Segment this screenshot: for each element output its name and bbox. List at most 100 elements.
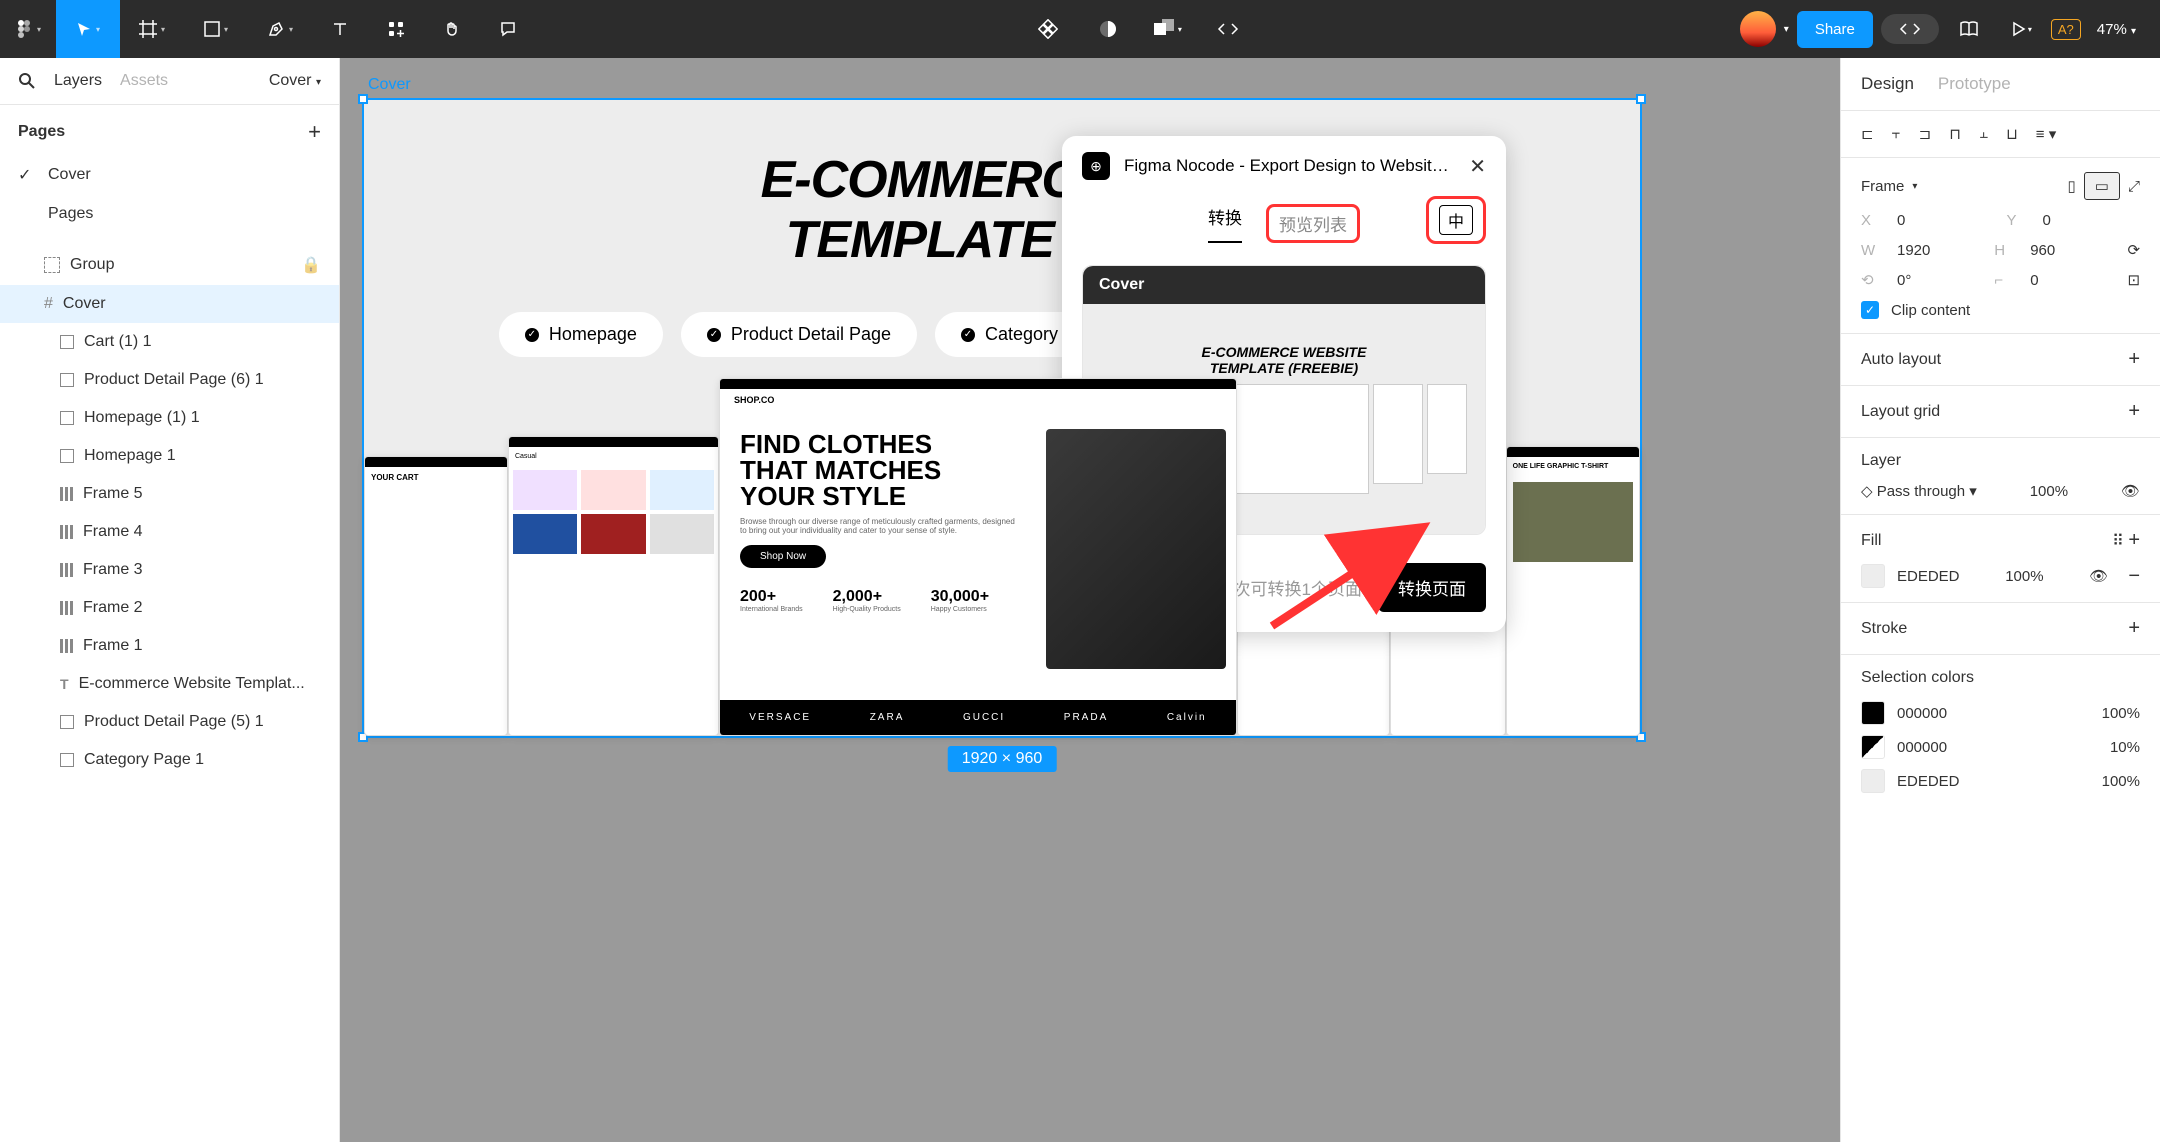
remove-fill-button[interactable]: − <box>2128 565 2140 588</box>
fill-styles-icon[interactable]: ⠿ <box>2112 533 2124 550</box>
color-row[interactable]: 000000100% <box>1861 701 2140 725</box>
fill-hex[interactable]: EDEDED <box>1897 568 1960 585</box>
add-grid-button[interactable]: + <box>2128 400 2140 423</box>
plugin-hint: 一次可转换1个页面 <box>1217 575 1362 600</box>
align-center-h-icon[interactable]: ⫟ <box>1892 125 1901 143</box>
stroke-header: Stroke <box>1861 620 1907 638</box>
component-icon[interactable] <box>1026 7 1070 51</box>
shape-tool-button[interactable]: ▾ <box>184 0 248 58</box>
fill-opacity[interactable]: 100% <box>2005 568 2043 585</box>
layer-item[interactable]: Product Detail Page (5) 1 <box>0 703 339 741</box>
page-dropdown[interactable]: Cover ▾ <box>269 72 321 90</box>
layer-item[interactable]: Frame 3 <box>0 551 339 589</box>
fill-header: Fill <box>1861 532 1881 550</box>
layer-item[interactable]: Category Page 1 <box>0 741 339 779</box>
dimensions-badge: 1920 × 960 <box>948 746 1057 772</box>
corners-icon[interactable]: ⊡ <box>2127 271 2140 289</box>
plugin-tab-convert[interactable]: 转换 <box>1208 204 1242 243</box>
hand-tool-button[interactable] <box>424 0 480 58</box>
add-fill-button[interactable]: + <box>2128 529 2140 551</box>
auto-layout-header: Auto layout <box>1861 351 1941 369</box>
share-button[interactable]: Share <box>1797 11 1873 48</box>
plugin-close-button[interactable]: ✕ <box>1469 154 1486 179</box>
dev-mode-icon[interactable] <box>1206 7 1250 51</box>
add-stroke-button[interactable]: + <box>2128 617 2140 640</box>
layer-item[interactable]: Frame 2 <box>0 589 339 627</box>
opacity-input[interactable]: 100% <box>2030 483 2068 500</box>
missing-fonts-badge[interactable]: A? <box>2051 19 2081 40</box>
alignment-controls[interactable]: ⊏ ⫟ ⊐ ⊓ ⫠ ⊔ ≡ ▾ <box>1841 111 2160 158</box>
resize-handle[interactable] <box>358 94 368 104</box>
height-input[interactable]: 960 <box>2030 242 2115 259</box>
layers-panel: Layers Assets Cover ▾ Pages + ✓Cover Pag… <box>0 58 340 1142</box>
plugin-icon: ⊕ <box>1082 152 1110 180</box>
move-tool-button[interactable]: ▾ <box>56 0 120 58</box>
add-auto-layout-button[interactable]: + <box>2128 348 2140 371</box>
layer-item[interactable]: TE-commerce Website Templat... <box>0 665 339 703</box>
plugin-tab-preview[interactable]: 预览列表 <box>1266 204 1360 243</box>
align-top-icon[interactable]: ⊓ <box>1949 125 1961 143</box>
portrait-icon[interactable]: ▯ <box>2068 177 2076 195</box>
distribute-icon[interactable]: ≡ ▾ <box>2036 125 2056 143</box>
layers-tab[interactable]: Layers <box>54 72 102 90</box>
language-button[interactable]: 中 <box>1426 196 1486 244</box>
frame-type-dropdown[interactable]: Frame ▾ <box>1861 178 1917 195</box>
layer-item[interactable]: #Cover <box>0 285 339 323</box>
layer-item[interactable]: Frame 4 <box>0 513 339 551</box>
page-item[interactable]: ✓Cover <box>0 155 339 195</box>
color-row[interactable]: EDEDED100% <box>1861 769 2140 793</box>
layer-item[interactable]: Frame 1 <box>0 627 339 665</box>
pen-tool-button[interactable]: ▾ <box>248 0 312 58</box>
radius-input[interactable]: 0 <box>2030 272 2115 289</box>
layer-item[interactable]: Product Detail Page (6) 1 <box>0 361 339 399</box>
blend-mode-dropdown[interactable]: ◇ Pass through ▾ <box>1861 482 1977 500</box>
layer-item[interactable]: Cart (1) 1 <box>0 323 339 361</box>
y-input[interactable]: 0 <box>2043 212 2141 229</box>
boolean-icon[interactable]: ▾ <box>1146 7 1190 51</box>
visibility-icon[interactable]: 👁 <box>2121 482 2140 500</box>
design-tab[interactable]: Design <box>1861 74 1914 94</box>
library-icon[interactable] <box>1947 7 1991 51</box>
fill-swatch[interactable] <box>1861 564 1885 588</box>
feature-pill: ✓Product Detail Page <box>681 312 917 357</box>
layer-item[interactable]: Homepage (1) 1 <box>0 399 339 437</box>
width-input[interactable]: 1920 <box>1897 242 1982 259</box>
landscape-icon[interactable]: ▭ <box>2084 172 2120 200</box>
figma-menu-button[interactable]: ▾ <box>0 0 56 58</box>
layer-item[interactable]: Group🔒 <box>0 245 339 285</box>
fit-icon[interactable]: ⤢ <box>2128 178 2140 195</box>
mockup-product: ONE LIFE GRAPHIC T-SHIRT <box>1506 446 1640 736</box>
search-icon[interactable] <box>18 72 36 90</box>
pages-header: Pages <box>18 123 65 141</box>
convert-button[interactable]: 转换页面 <box>1378 563 1486 612</box>
zoom-level[interactable]: 47% ▾ <box>2089 21 2144 38</box>
align-left-icon[interactable]: ⊏ <box>1861 125 1874 143</box>
canvas[interactable]: Cover E-COMMERCE WEBTEMPLATE (FREE ✓Home… <box>340 58 1840 1142</box>
user-avatar[interactable] <box>1740 11 1776 47</box>
text-tool-button[interactable] <box>312 0 368 58</box>
align-center-v-icon[interactable]: ⫠ <box>1979 125 1988 143</box>
constrain-icon[interactable]: ⟳ <box>2127 241 2140 259</box>
resize-handle[interactable] <box>1636 94 1646 104</box>
prototype-tab[interactable]: Prototype <box>1938 74 2011 94</box>
rotation-input[interactable]: 0° <box>1897 272 1982 289</box>
add-page-button[interactable]: + <box>308 119 321 145</box>
present-icon[interactable]: ▾ <box>1999 7 2043 51</box>
assets-tab[interactable]: Assets <box>120 72 168 90</box>
feature-pill: ✓Homepage <box>499 312 663 357</box>
comment-tool-button[interactable] <box>480 0 536 58</box>
frame-tool-button[interactable]: ▾ <box>120 0 184 58</box>
layer-item[interactable]: Frame 5 <box>0 475 339 513</box>
fill-visibility-icon[interactable]: 👁 <box>2089 567 2108 585</box>
mask-icon[interactable] <box>1086 7 1130 51</box>
resources-button[interactable] <box>368 0 424 58</box>
color-row[interactable]: 00000010% <box>1861 735 2140 759</box>
page-item[interactable]: Pages <box>0 195 339 233</box>
dev-toggle[interactable] <box>1881 14 1939 44</box>
align-bottom-icon[interactable]: ⊔ <box>2006 125 2018 143</box>
align-right-icon[interactable]: ⊐ <box>1919 125 1932 143</box>
layer-item[interactable]: Homepage 1 <box>0 437 339 475</box>
frame-label[interactable]: Cover <box>368 76 411 94</box>
x-input[interactable]: 0 <box>1897 212 1995 229</box>
clip-checkbox[interactable]: ✓ <box>1861 301 1879 319</box>
